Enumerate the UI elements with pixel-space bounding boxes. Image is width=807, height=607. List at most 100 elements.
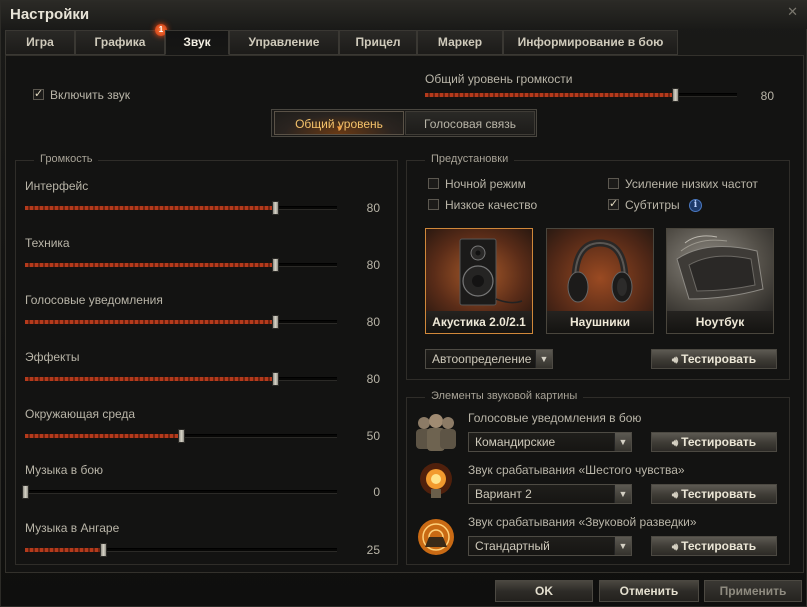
slider-thumb[interactable] [22, 485, 29, 499]
laptop-icon [667, 229, 773, 311]
volume-slider[interactable] [22, 485, 337, 499]
test-voice-button[interactable]: 🔊︎ Тестировать [651, 432, 777, 452]
presets-group-title: Предустановки [425, 153, 515, 165]
device-speakers-card[interactable]: Акустика 2.0/2.1 [425, 228, 533, 334]
tab-controls[interactable]: Управление [229, 30, 339, 55]
lightbulb-icon [413, 461, 459, 501]
volume-value: 80 [366, 372, 380, 386]
slider-fill [25, 263, 275, 267]
speaker-icon [426, 229, 532, 311]
slider-fill [25, 377, 275, 381]
subtitles-checkbox[interactable] [608, 197, 619, 210]
crew-icon [413, 411, 459, 451]
slider-thumb[interactable] [272, 201, 279, 215]
device-autodetect-dropdown[interactable]: Автоопределение ▼ [425, 349, 553, 369]
slider-thumb[interactable] [272, 258, 279, 272]
tab-graphics[interactable]: Графика 1 [75, 24, 167, 55]
tab-battle-info[interactable]: Информирование в бою [503, 30, 678, 55]
tab-marker[interactable]: Маркер [417, 30, 503, 55]
slider-thumb[interactable] [178, 429, 185, 443]
ok-button[interactable]: OK [495, 580, 593, 602]
dropdown-value: Автоопределение [432, 352, 532, 366]
tab-label: Звук [183, 35, 211, 49]
slider-thumb[interactable] [272, 372, 279, 386]
info-icon[interactable]: i [689, 199, 702, 212]
device-label: Акустика 2.0/2.1 [426, 311, 532, 333]
volume-slider[interactable] [25, 372, 337, 386]
volume-label: Эффекты [25, 350, 80, 364]
test-sixth-sense-button[interactable]: 🔊︎ Тестировать [651, 484, 777, 504]
volume-value: 80 [366, 201, 380, 215]
speaker-icon: 🔊︎ [671, 355, 679, 366]
test-sound-recon-button[interactable]: 🔊︎ Тестировать [651, 536, 777, 556]
button-label: Тестировать [681, 487, 757, 501]
button-label: Тестировать [681, 539, 757, 553]
chevron-down-icon: ▼ [614, 433, 631, 451]
master-volume-label: Общий уровень громкости [425, 72, 573, 86]
volume-slider[interactable] [25, 258, 337, 272]
device-laptop-card[interactable]: Ноутбук [666, 228, 774, 334]
dropdown-value: Командирские [475, 435, 556, 449]
element-title: Голосовые уведомления в бою [468, 411, 642, 425]
dropdown-value: Стандартный [475, 539, 550, 553]
device-label: Ноутбук [667, 311, 773, 333]
tab-game[interactable]: Игра [5, 30, 75, 55]
enable-sound-checkbox[interactable] [33, 87, 44, 100]
night-mode-checkbox[interactable] [428, 178, 439, 189]
chevron-down-icon: ▼ [614, 537, 631, 555]
sound-elements-title: Элементы звуковой картины [425, 390, 584, 402]
volume-slider[interactable] [25, 315, 337, 329]
close-icon[interactable]: ✕ [787, 4, 798, 20]
element-title: Звук срабатывания «Шестого чувства» [468, 463, 685, 477]
titlebar: Настройки ✕ [1, 1, 807, 29]
night-mode-label: Ночной режим [445, 177, 526, 191]
master-volume-slider[interactable] [425, 88, 737, 102]
segment-voice-chat[interactable]: Голосовая связь [405, 111, 535, 135]
chevron-down-icon: ▼ [614, 485, 631, 503]
low-quality-checkbox[interactable] [428, 199, 439, 210]
button-label: Тестировать [681, 435, 757, 449]
test-preset-button[interactable]: 🔊︎ Тестировать [651, 349, 777, 369]
volume-mode-switch: Общий уровень ▾ Голосовая связь [271, 109, 537, 137]
device-label: Наушники [547, 311, 653, 333]
tab-sound[interactable]: Звук [165, 30, 229, 55]
volume-label: Музыка в бою [25, 463, 104, 477]
speaker-icon: 🔊︎ [671, 490, 679, 501]
speaker-icon: 🔊︎ [671, 542, 679, 553]
slider-thumb[interactable] [100, 543, 107, 557]
segment-label: Голосовая связь [424, 117, 516, 131]
volume-slider[interactable] [25, 201, 337, 215]
tab-label: Игра [26, 35, 54, 49]
volume-slider[interactable] [25, 429, 337, 443]
tab-label: Управление [248, 35, 320, 49]
slider-thumb[interactable] [272, 315, 279, 329]
caret-down-icon: ▾ [337, 123, 342, 133]
apply-button[interactable]: Применить [704, 580, 802, 602]
volume-value: 80 [366, 315, 380, 329]
sound-recon-dropdown[interactable]: Стандартный ▼ [468, 536, 632, 556]
volume-value: 25 [366, 543, 380, 557]
speaker-icon: 🔊︎ [671, 438, 679, 449]
button-label: Тестировать [681, 352, 757, 366]
voice-notifications-dropdown[interactable]: Командирские ▼ [468, 432, 632, 452]
headphones-icon [547, 229, 653, 311]
bass-boost-checkbox[interactable] [608, 178, 619, 189]
chevron-down-icon: ▼ [535, 350, 552, 368]
button-label: Применить [719, 584, 787, 598]
tab-crosshair[interactable]: Прицел [339, 30, 417, 55]
volume-label: Голосовые уведомления [25, 293, 163, 307]
slider-fill [25, 320, 275, 324]
subtitles-label: Субтитры [625, 198, 680, 212]
slider-thumb[interactable] [672, 88, 679, 102]
device-headphones-card[interactable]: Наушники [546, 228, 654, 334]
button-label: Отменить [619, 584, 679, 598]
cancel-button[interactable]: Отменить [599, 580, 699, 602]
volume-slider[interactable] [25, 543, 337, 557]
slider-fill [25, 434, 181, 438]
slider-fill [425, 93, 675, 97]
bass-boost-label: Усиление низких частот [625, 177, 758, 191]
sixth-sense-dropdown[interactable]: Вариант 2 ▼ [468, 484, 632, 504]
tab-label: Графика [94, 35, 146, 49]
slider-fill [25, 206, 275, 210]
segment-general[interactable]: Общий уровень ▾ [274, 111, 404, 135]
